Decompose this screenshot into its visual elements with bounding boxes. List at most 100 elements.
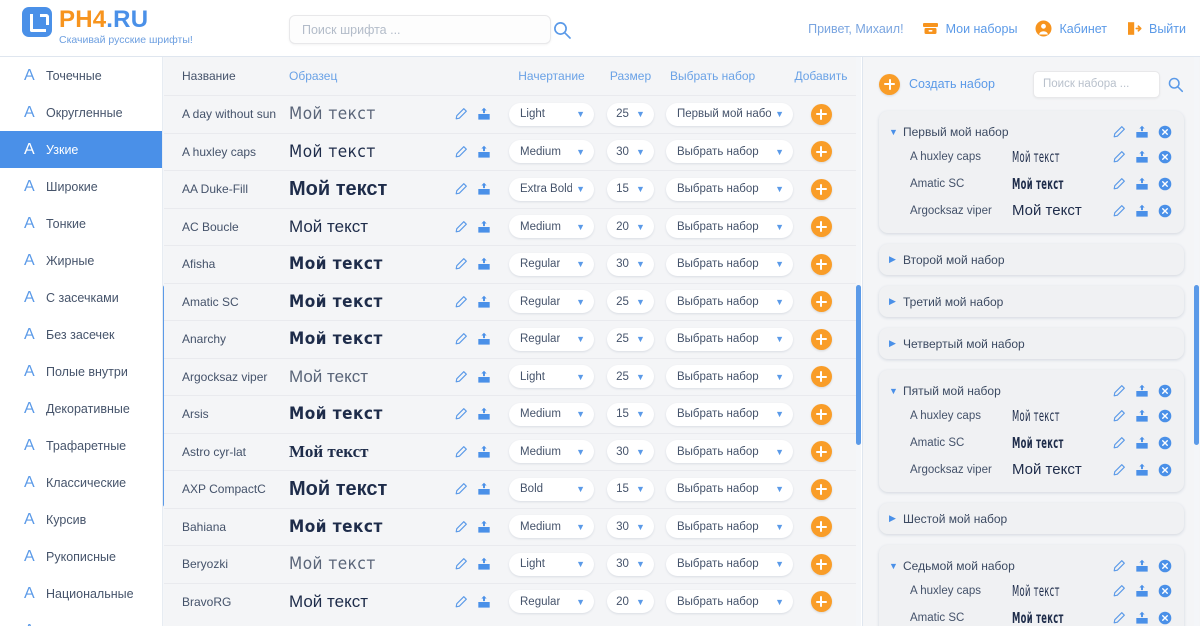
sidebar-item-3[interactable]: A Широкие — [0, 168, 162, 205]
sidebar-item-8[interactable]: A Полые внутри — [0, 353, 162, 390]
size-select[interactable]: 25 ▼ — [607, 327, 654, 351]
chevron-right-icon[interactable]: ▶ — [889, 254, 903, 265]
weight-select[interactable]: Light ▼ — [509, 365, 594, 389]
table-row[interactable]: Argocksaz viper Мой текст Light ▼ 25 ▼ Выбрать… — [164, 357, 856, 396]
search-icon[interactable] — [552, 20, 572, 40]
chevron-down-icon[interactable]: ▼ — [889, 127, 903, 137]
upload-icon[interactable] — [477, 595, 491, 609]
close-circle-icon[interactable] — [1158, 150, 1172, 164]
font-search-box[interactable] — [289, 15, 551, 44]
upload-icon[interactable] — [1135, 384, 1149, 398]
size-select[interactable]: 30 ▼ — [607, 140, 654, 164]
size-select[interactable]: 20 ▼ — [607, 215, 654, 239]
add-to-set-button[interactable] — [810, 291, 832, 313]
table-row[interactable]: Beryozki Мой текст Light ▼ 30 ▼ Выбрать набор ▼ — [164, 545, 856, 583]
set-font-row[interactable]: Amatic SC Мой текст — [879, 604, 1184, 626]
sidebar-item-12[interactable]: A Курсив — [0, 501, 162, 538]
upload-icon[interactable] — [1135, 436, 1149, 450]
add-to-set-button[interactable] — [810, 328, 832, 350]
set-font-row[interactable]: Argocksaz viper Мой текст — [879, 197, 1184, 224]
table-row[interactable]: AA Duke-Fill Мой текст Extra Bold ▼ 15 ▼ Выбра… — [164, 170, 856, 208]
upload-icon[interactable] — [1135, 125, 1149, 139]
add-to-set-button[interactable] — [810, 591, 832, 613]
weight-select[interactable]: Extra Bold ▼ — [509, 177, 594, 201]
add-to-set-button[interactable] — [810, 516, 832, 538]
add-to-set-button[interactable] — [810, 178, 832, 200]
weight-select[interactable]: Regular ▼ — [509, 290, 594, 314]
table-row[interactable]: BravoRG Мой текст Regular ▼ 20 ▼ Выбрать набор… — [164, 582, 856, 621]
upload-icon[interactable] — [477, 370, 491, 384]
search-icon[interactable] — [1167, 76, 1184, 93]
edit-pencil-icon[interactable] — [454, 482, 468, 496]
sidebar-item-9[interactable]: A Декоративные — [0, 390, 162, 427]
sidebar-item-14[interactable]: A Национальные — [0, 575, 162, 612]
upload-icon[interactable] — [1135, 584, 1149, 598]
header-link-my-sets[interactable]: Мои наборы — [922, 20, 1017, 37]
weight-select[interactable]: Regular ▼ — [509, 590, 594, 614]
table-row[interactable]: Anarchy Мой текст Regular ▼ 25 ▼ Выбрать набор… — [164, 320, 856, 358]
size-select[interactable]: 30 ▼ — [607, 515, 654, 539]
set-select[interactable]: Первый мой набор ▼ — [666, 102, 793, 126]
sidebar-item-5[interactable]: A Жирные — [0, 242, 162, 279]
sidebar-item-2[interactable]: A Узкие — [0, 131, 162, 168]
upload-icon[interactable] — [477, 445, 491, 459]
upload-icon[interactable] — [477, 220, 491, 234]
upload-icon[interactable] — [477, 482, 491, 496]
edit-pencil-icon[interactable] — [1112, 436, 1126, 450]
set-card[interactable]: ▶ Четвертый мой набор — [879, 328, 1184, 359]
sidebar-item-1[interactable]: A Округленные — [0, 94, 162, 131]
set-select[interactable]: Выбрать набор ▼ — [666, 365, 793, 389]
upload-icon[interactable] — [1135, 463, 1149, 477]
edit-pencil-icon[interactable] — [454, 182, 468, 196]
edit-pencil-icon[interactable] — [1112, 204, 1126, 218]
set-font-row[interactable]: Argocksaz viper Мой текст — [879, 456, 1184, 483]
set-select[interactable]: Выбрать набор ▼ — [666, 140, 793, 164]
edit-pencil-icon[interactable] — [454, 520, 468, 534]
set-select[interactable]: Выбрать набор ▼ — [666, 215, 793, 239]
set-select[interactable]: Выбрать набор ▼ — [666, 552, 793, 576]
set-select[interactable]: Выбрать набор ▼ — [666, 252, 793, 276]
upload-icon[interactable] — [477, 107, 491, 121]
set-select[interactable]: Выбрать набор ▼ — [666, 290, 793, 314]
table-row[interactable]: AC Boucle Мой текст Medium ▼ 20 ▼ Выбрать набо… — [164, 207, 856, 246]
table-row[interactable]: AXP CompactC Мой текст Bold ▼ 15 ▼ Выбрать наб… — [164, 470, 856, 508]
table-row[interactable]: Arsis Мой текст Medium ▼ 15 ▼ Выбрать набор ▼ — [164, 395, 856, 433]
set-header[interactable]: ▼ Первый мой набор — [879, 120, 1184, 143]
edit-pencil-icon[interactable] — [1112, 125, 1126, 139]
add-to-set-button[interactable] — [810, 216, 832, 238]
main-scrollbar-track[interactable] — [856, 57, 861, 626]
chevron-right-icon[interactable]: ▶ — [889, 513, 903, 524]
edit-pencil-icon[interactable] — [454, 332, 468, 346]
table-row[interactable]: A huxley caps Мой текст Medium ▼ 30 ▼ Выбрать … — [164, 132, 856, 171]
sidebar-item-11[interactable]: A Классические — [0, 464, 162, 501]
edit-pencil-icon[interactable] — [1112, 584, 1126, 598]
weight-select[interactable]: Regular ▼ — [509, 327, 594, 351]
sidebar-item-0[interactable]: A Точечные — [0, 57, 162, 94]
set-select[interactable]: Выбрать набор ▼ — [666, 327, 793, 351]
add-to-set-button[interactable] — [810, 366, 832, 388]
chevron-down-icon[interactable]: ▼ — [889, 561, 903, 571]
size-select[interactable]: 25 ▼ — [607, 102, 654, 126]
weight-select[interactable]: Medium ▼ — [509, 515, 594, 539]
add-to-set-button[interactable] — [810, 103, 832, 125]
table-row[interactable]: Astro cyr-lat Мой текст Medium ▼ 30 ▼ Выбрать … — [164, 432, 856, 471]
set-select[interactable]: Выбрать набор ▼ — [666, 477, 793, 501]
sidebar-item-10[interactable]: A Трафаретные — [0, 427, 162, 464]
create-set-button[interactable]: Создать набор — [879, 73, 995, 95]
upload-icon[interactable] — [477, 557, 491, 571]
sidebar-item-13[interactable]: A Рукописные — [0, 538, 162, 575]
close-circle-icon[interactable] — [1158, 177, 1172, 191]
table-row[interactable]: Afisha Мой текст Regular ▼ 30 ▼ Выбрать набор ▼ — [164, 245, 856, 283]
edit-pencil-icon[interactable] — [454, 595, 468, 609]
size-select[interactable]: 30 ▼ — [607, 252, 654, 276]
search-input[interactable] — [302, 22, 538, 37]
add-to-set-button[interactable] — [810, 403, 832, 425]
sidebar-item-15[interactable]: AСтарославянские — [0, 612, 162, 626]
set-font-row[interactable]: A huxley caps Мой текст — [879, 577, 1184, 604]
panel-scrollbar-thumb[interactable] — [1194, 285, 1199, 445]
chevron-right-icon[interactable]: ▶ — [889, 338, 903, 349]
edit-pencil-icon[interactable] — [454, 295, 468, 309]
chevron-right-icon[interactable]: ▶ — [889, 296, 903, 307]
set-search-input[interactable] — [1043, 78, 1150, 90]
edit-pencil-icon[interactable] — [454, 557, 468, 571]
